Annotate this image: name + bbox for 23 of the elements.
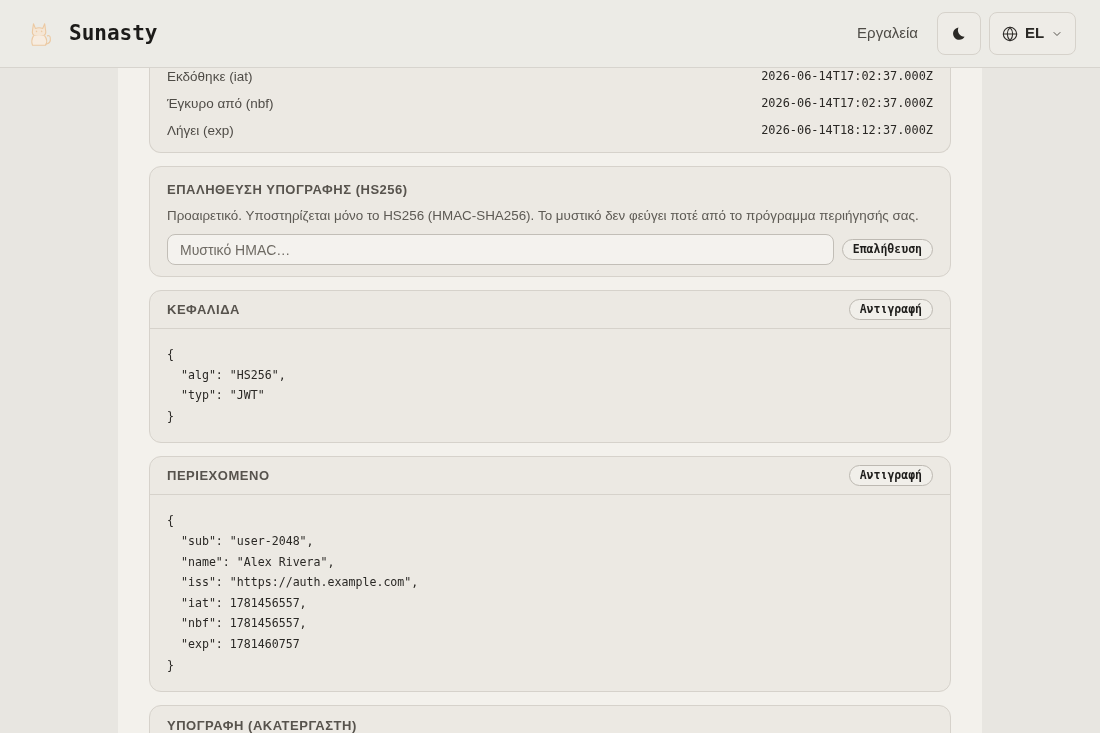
claim-label: Λήγει (exp) <box>167 121 234 140</box>
claim-value: 2026-06-14T17:02:37.000Z <box>761 68 933 86</box>
copy-button[interactable]: Αντιγραφή <box>848 465 933 487</box>
section-title: ΥΠΟΓΡΑΦΗ (ΑΚΑΤΕΡΓΑΣΤΗ) <box>167 718 357 732</box>
verify-description: Προαιρετικό. Υποστηρίζεται μόνο το HS256 (HMAC-SHA256). Το μυστικό δεν φεύγει ποτέ από το πρόγραμμα περιήγησής σας. <box>167 207 920 225</box>
secret-input-field[interactable]: Μυστικό HMAC… <box>167 234 834 265</box>
verify-button[interactable]: Επαλήθευση <box>841 239 933 260</box>
claim-value: 2026-06-14T17:02:37.000Z <box>761 95 933 113</box>
copy-button[interactable]: Αντιγραφή <box>848 299 933 320</box>
theme-toggle-button[interactable] <box>937 12 981 55</box>
tools-link[interactable]: Εργαλεία <box>857 22 918 45</box>
claim-label: Εκδόθηκε (iat) <box>167 68 253 86</box>
claim-value: 2026-06-14T18:12:37.000Z <box>761 122 933 140</box>
language-button[interactable]: EL <box>989 12 1076 55</box>
json-text: { "sub": "user-2048", "name": "Alex Rivera", "iss": "https://auth.example.com", "iat": 1781456557, "nbf": 1781456557, "exp": 1781460757 } <box>167 512 420 674</box>
section-title: ΠΕΡΙΕΧΟΜΕΝΟ <box>167 469 270 483</box>
section-title: ΚΕΦΑΛΙΔΑ <box>167 303 240 316</box>
claim-label: Έγκυρο από (nbf) <box>167 94 274 113</box>
verify-title: ΕΠΑΛΗΘΕΥΣΗ ΥΠΟΓΡΑΦΗΣ (HS256) <box>167 181 409 199</box>
moon-icon <box>953 27 965 40</box>
json-text: { "alg": "HS256", "typ": "JWT" } <box>167 346 287 425</box>
globe-icon <box>1001 25 1018 42</box>
brand-name: Sunasty <box>69 19 158 47</box>
